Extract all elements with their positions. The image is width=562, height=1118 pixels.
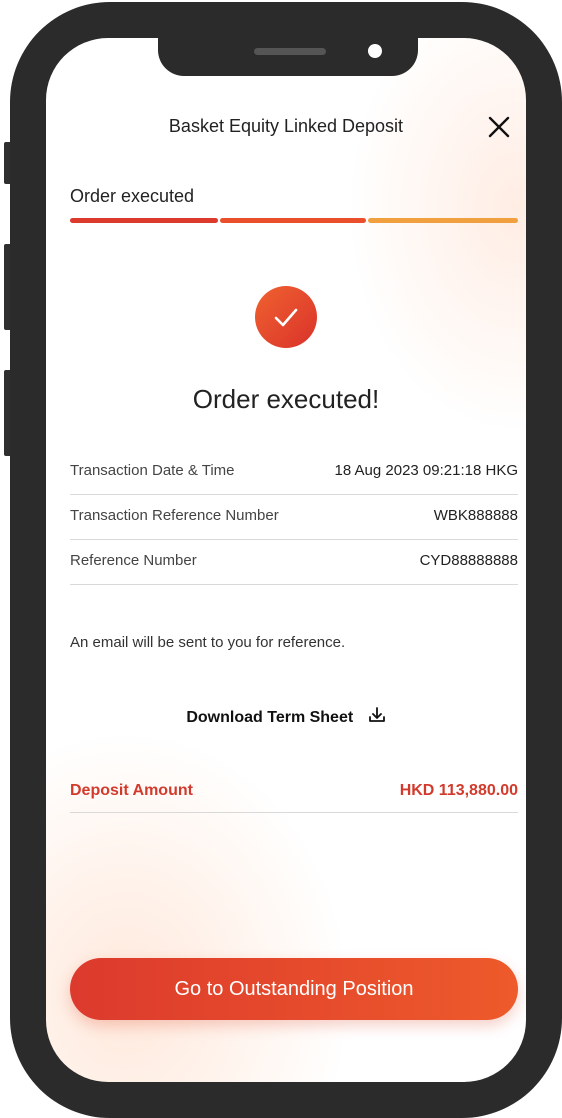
detail-value: WBK888888 (433, 507, 518, 524)
detail-label: Reference Number (70, 552, 197, 569)
front-camera (368, 44, 382, 58)
detail-row-reference-number: Reference Number CYD88888888 (70, 540, 518, 585)
page-title: Basket Equity Linked Deposit (168, 116, 404, 136)
progress-segment-3 (368, 218, 518, 223)
phone-notch (158, 38, 418, 76)
speaker-grille (254, 48, 326, 55)
deposit-amount-row: Deposit Amount HKD 113,880.00 (70, 782, 518, 813)
detail-value: 18 Aug 2023 09:21:18 HKG (334, 462, 518, 479)
progress-bar (70, 218, 518, 223)
success-title: Order executed! (192, 384, 380, 414)
detail-label: Transaction Reference Number (70, 507, 279, 524)
detail-row-transaction-datetime: Transaction Date & Time 18 Aug 2023 09:2… (70, 450, 518, 495)
email-note: An email will be sent to you for referen… (70, 634, 346, 651)
detail-value: CYD88888888 (419, 552, 518, 569)
progress-segment-1 (70, 218, 218, 223)
download-label: Download Term Sheet (186, 709, 354, 726)
deposit-amount-value: HKD 113,880.00 (399, 782, 518, 799)
success-badge (255, 286, 317, 348)
progress-segment-2 (220, 218, 366, 223)
close-icon[interactable] (486, 114, 512, 140)
phone-frame: Basket Equity Linked Deposit Order execu… (10, 2, 562, 1118)
detail-label: Transaction Date & Time (70, 462, 235, 479)
download-icon (368, 707, 385, 722)
download-term-sheet-link[interactable]: Download Term Sheet (46, 706, 526, 727)
app-screen: Basket Equity Linked Deposit Order execu… (46, 38, 526, 1082)
check-icon (274, 308, 298, 327)
go-to-outstanding-position-button[interactable]: Go to Outstanding Position (70, 958, 518, 1020)
progress-step-label: Order executed (70, 186, 195, 206)
detail-row-transaction-reference: Transaction Reference Number WBK888888 (70, 495, 518, 540)
deposit-amount-label: Deposit Amount (70, 782, 193, 799)
